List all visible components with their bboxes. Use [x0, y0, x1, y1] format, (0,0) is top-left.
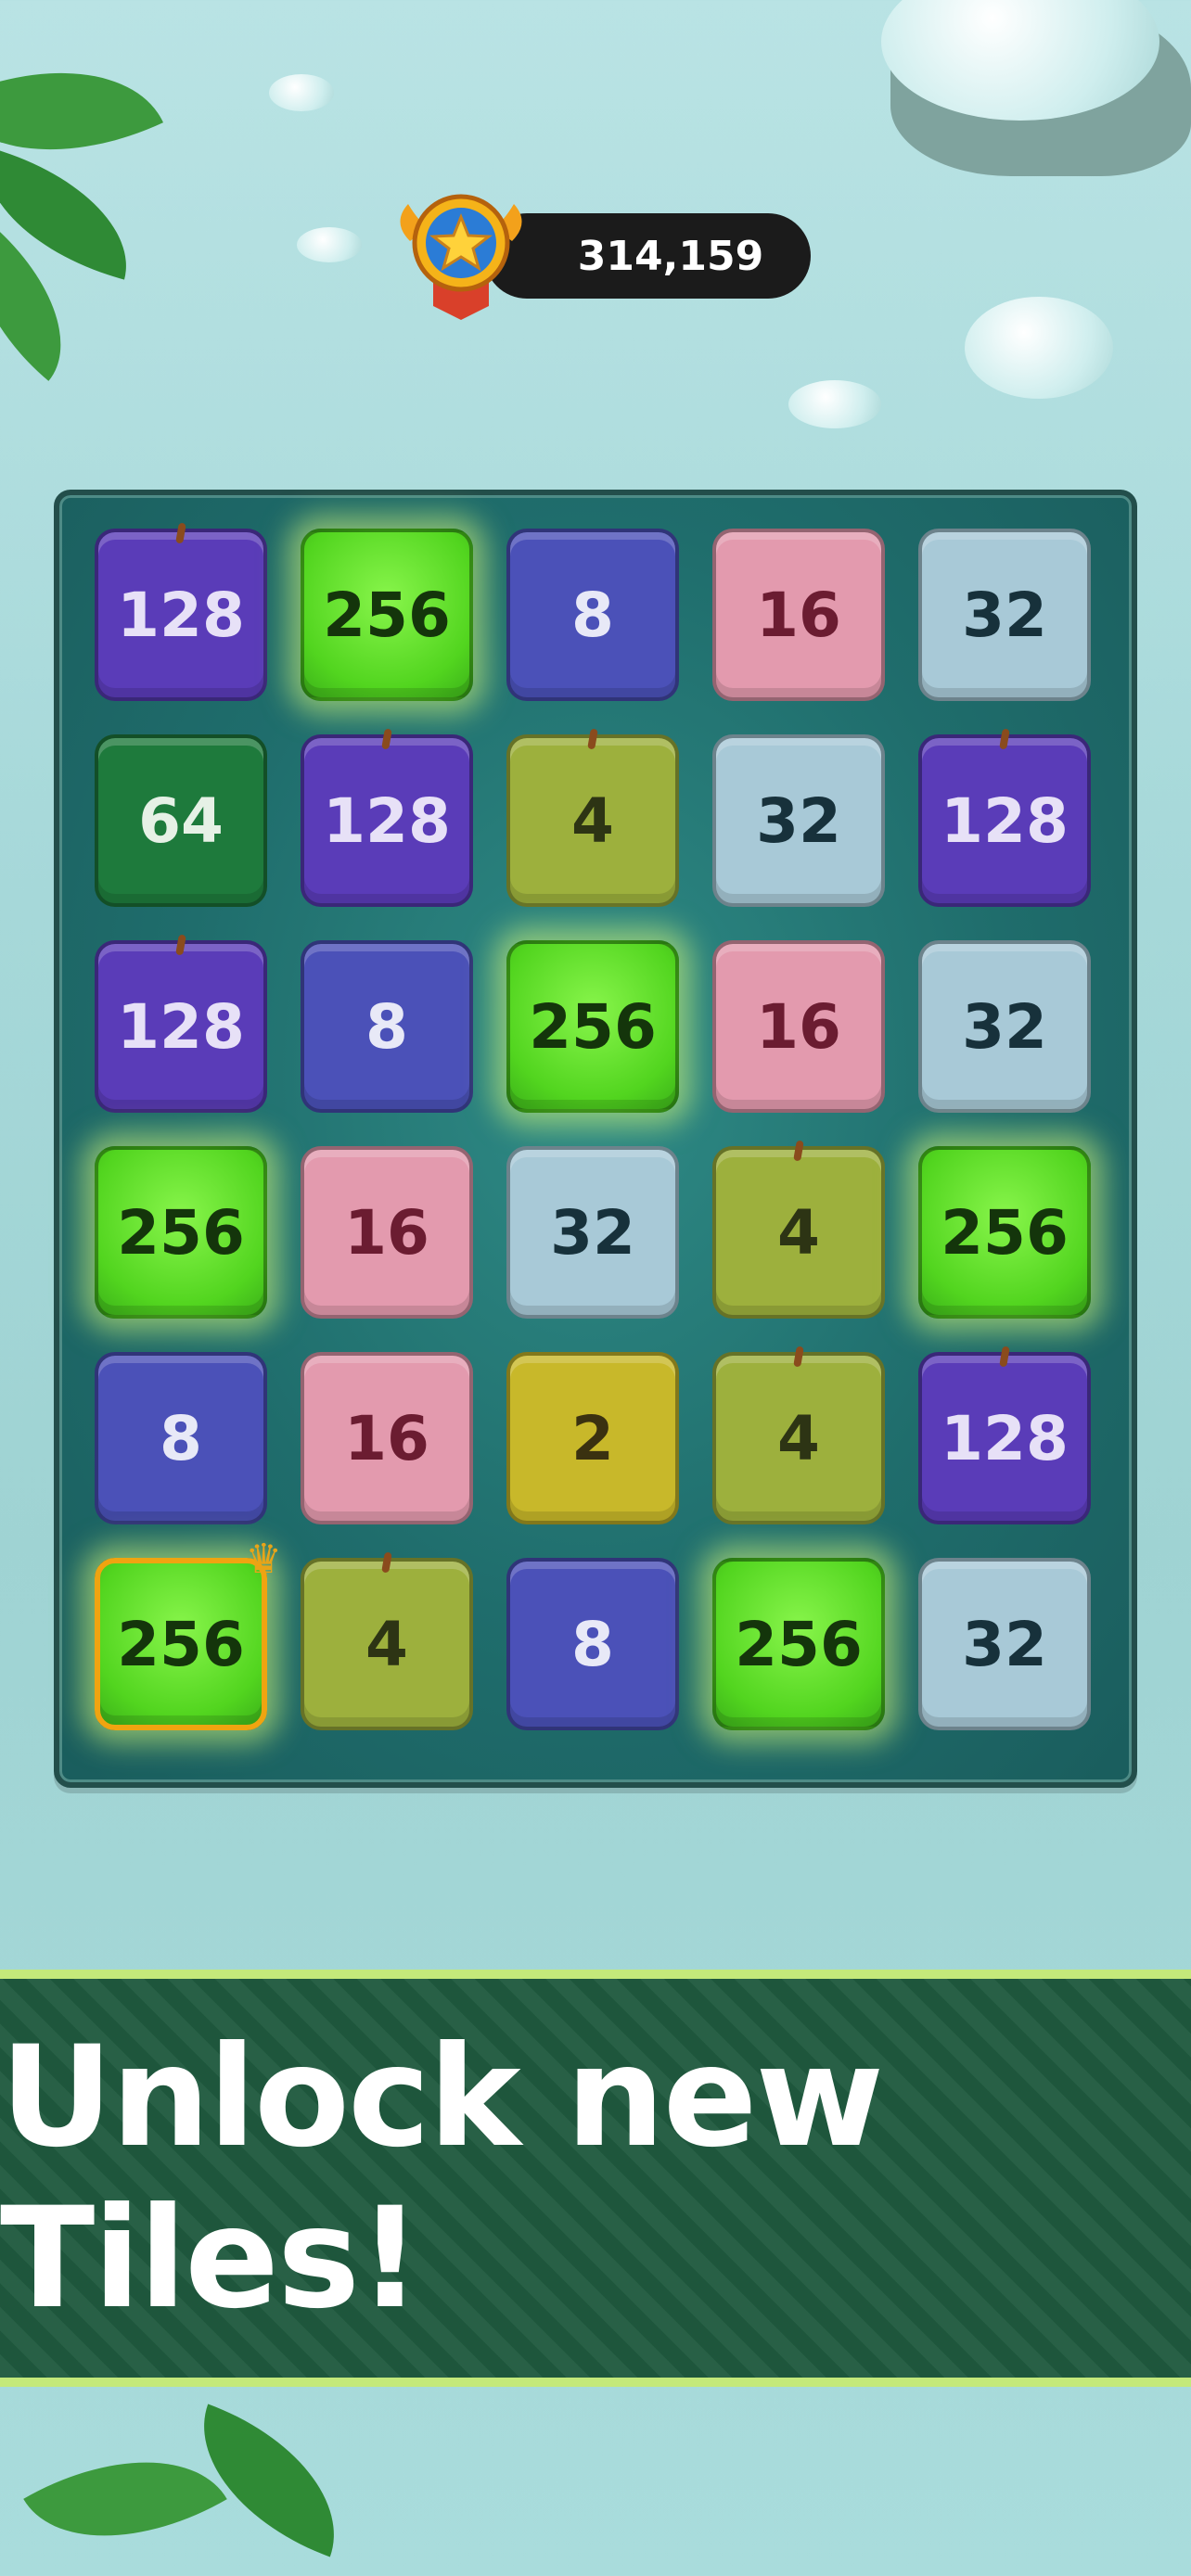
tile[interactable]: 16 [712, 529, 885, 701]
tile-value: 32 [756, 784, 841, 857]
tile[interactable]: 16 [301, 1146, 473, 1319]
tile[interactable]: 8 [506, 1558, 679, 1730]
tile-value: 4 [571, 784, 614, 857]
tile-value: 16 [756, 579, 841, 651]
tile[interactable]: 2 [506, 1352, 679, 1524]
stone-decoration [297, 227, 362, 262]
tile-value: 256 [117, 1608, 245, 1680]
tile-value: 8 [571, 1608, 614, 1680]
tile-value: 32 [550, 1196, 635, 1269]
tile[interactable]: 8 [95, 1352, 267, 1524]
tile-value: 8 [160, 1402, 202, 1474]
tile-value: 128 [941, 784, 1069, 857]
tile-value: 128 [941, 1402, 1069, 1474]
tile[interactable]: 16 [712, 940, 885, 1113]
tile-value: 4 [365, 1608, 408, 1680]
tile[interactable]: 32 [918, 940, 1091, 1113]
tile-value: 8 [571, 579, 614, 651]
stem-icon [793, 1140, 804, 1162]
tile-value: 128 [323, 784, 451, 857]
tile[interactable]: 128 [918, 728, 1091, 907]
tile-value: 16 [344, 1402, 429, 1474]
tile[interactable]: 256 [506, 940, 679, 1113]
stem-icon [175, 934, 186, 956]
score-value: 314,159 [577, 232, 764, 280]
tile[interactable]: 4 [712, 1345, 885, 1524]
tile-value: 128 [117, 990, 245, 1063]
tile[interactable]: 8 [506, 529, 679, 701]
tile[interactable]: 256 [95, 1146, 267, 1319]
stem-icon [793, 1345, 804, 1368]
tile-value: 256 [117, 1196, 245, 1269]
tile[interactable]: 4 [712, 1140, 885, 1319]
tile-value: 32 [962, 1608, 1047, 1680]
stone-decoration [788, 380, 881, 428]
stem-icon [175, 522, 186, 544]
tile[interactable]: 128 [918, 1345, 1091, 1524]
tile[interactable]: ♛ 256 [95, 1536, 282, 1730]
tile-value: 128 [117, 579, 245, 651]
tile-value: 32 [962, 579, 1047, 651]
tile-value: 16 [344, 1196, 429, 1269]
star-medal-icon [400, 194, 522, 320]
score-pill: 314,159 [484, 213, 811, 299]
score-display: 314,159 [391, 185, 811, 325]
tile[interactable]: 128 [95, 934, 267, 1113]
tile[interactable]: 256 [712, 1558, 885, 1730]
stone-decoration [269, 74, 334, 111]
tile[interactable]: 64 [95, 734, 267, 907]
stem-icon [999, 728, 1010, 750]
promo-banner: Unlock new Tiles! [0, 1970, 1191, 2387]
tile[interactable]: 32 [918, 529, 1091, 701]
tile[interactable]: 128 [95, 522, 267, 701]
stem-icon [381, 1551, 392, 1574]
stem-icon [587, 728, 598, 750]
tile[interactable]: 4 [506, 728, 679, 907]
tile[interactable]: 4 [301, 1551, 473, 1730]
stone-decoration [965, 297, 1113, 399]
tile-value: 16 [756, 990, 841, 1063]
tile[interactable]: 8 [301, 940, 473, 1113]
tile-value: 256 [323, 579, 451, 651]
banner-text: Unlock new Tiles! [0, 2017, 884, 2340]
tile-value: 256 [941, 1196, 1069, 1269]
tile-value: 256 [735, 1608, 863, 1680]
stem-icon [999, 1345, 1010, 1368]
tile[interactable]: 128 [301, 728, 473, 907]
tile-value: 4 [777, 1196, 820, 1269]
tile-value: 256 [529, 990, 657, 1063]
game-board[interactable]: 128 256 8 16 32 64 128 4 32 128 128 8 256 16 32 256 16 32… [54, 490, 1137, 1788]
tile[interactable]: 256 [918, 1146, 1091, 1319]
tile-value: 8 [365, 990, 408, 1063]
stem-icon [381, 728, 392, 750]
tile[interactable]: 32 [918, 1558, 1091, 1730]
tile-value: 4 [777, 1402, 820, 1474]
tile[interactable]: 16 [301, 1352, 473, 1524]
leaf-decoration [23, 2410, 227, 2576]
tile[interactable]: 32 [506, 1146, 679, 1319]
tile-value: 64 [138, 784, 224, 857]
tile-value: 32 [962, 990, 1047, 1063]
crown-icon: ♛ [245, 1536, 282, 1583]
tile[interactable]: 256 [301, 529, 473, 701]
tile[interactable]: 32 [712, 734, 885, 907]
tile-value: 2 [571, 1402, 614, 1474]
